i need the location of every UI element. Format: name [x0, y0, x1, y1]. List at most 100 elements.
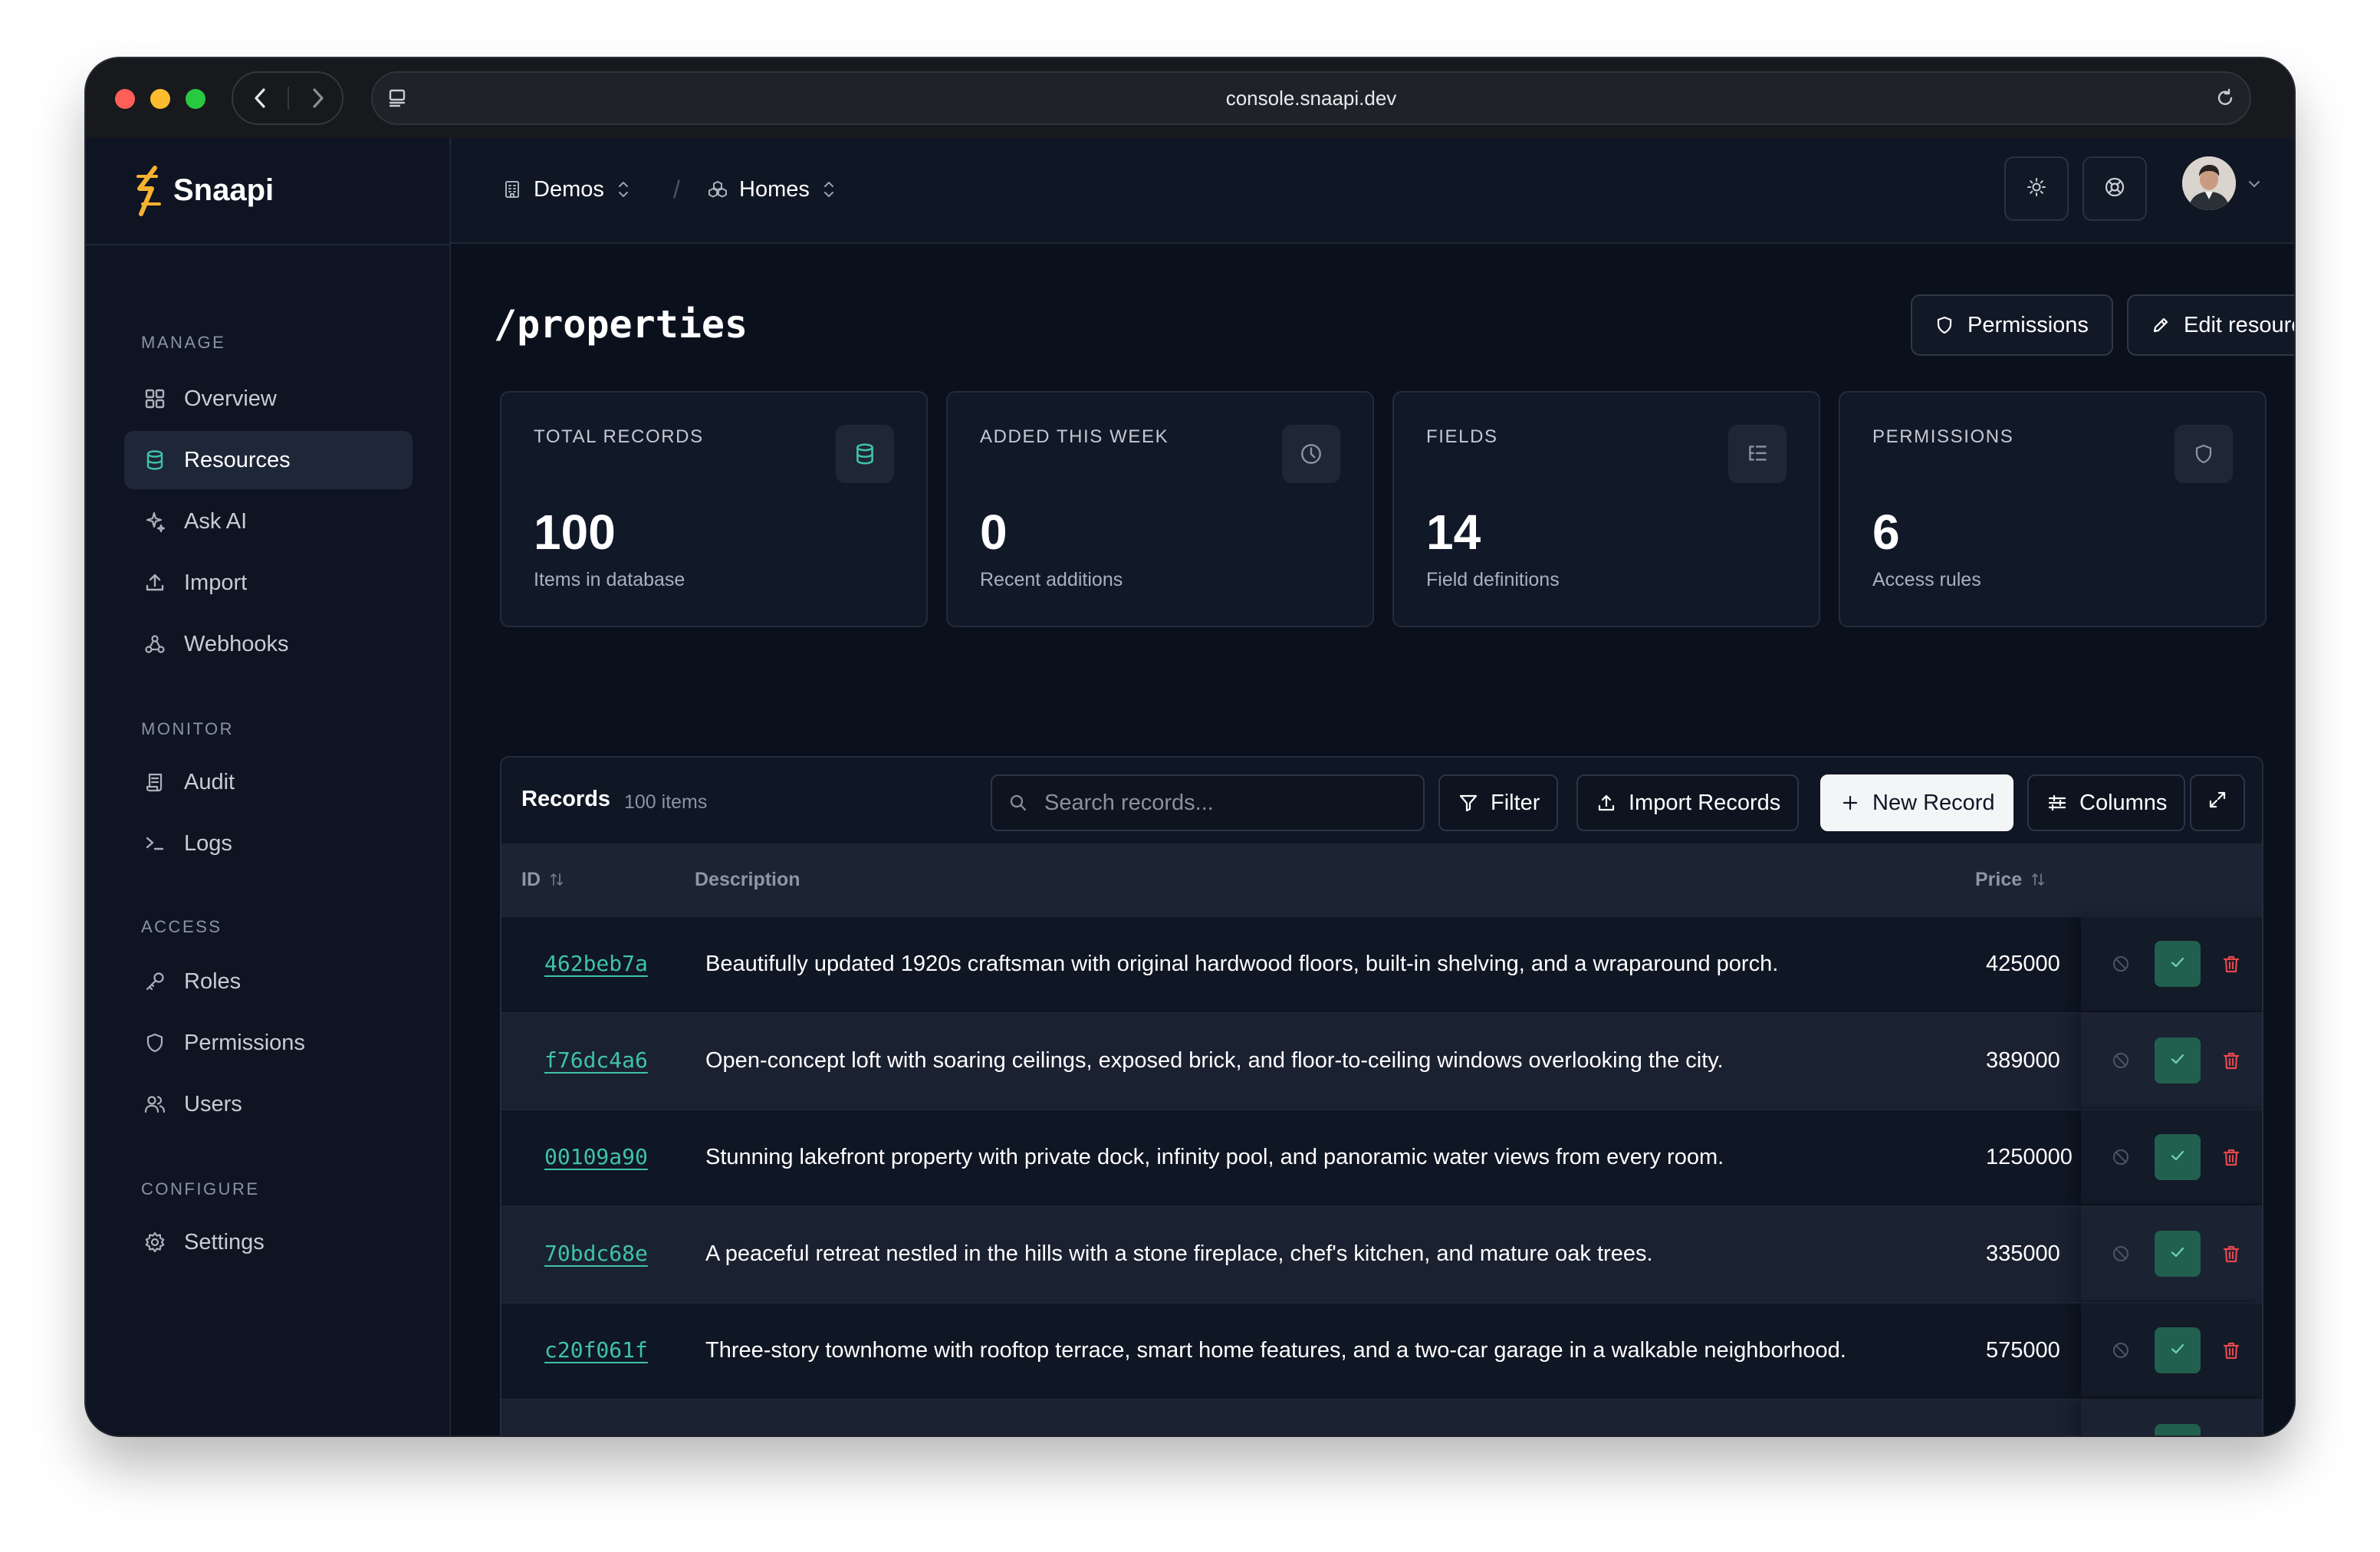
sparkles-icon: [140, 506, 170, 537]
table-row[interactable]: 462beb7a Beautifully updated 1920s crafts…: [501, 916, 2262, 1012]
chevron-left-icon: [255, 88, 265, 108]
sidebar-item-webhooks[interactable]: Webhooks: [124, 615, 413, 673]
sort-icon: [548, 871, 565, 888]
row-actions: [2081, 1304, 2262, 1397]
new-record-button[interactable]: New Record: [1820, 774, 2013, 831]
new-record-button-label: New Record: [1872, 790, 1995, 815]
record-id-link[interactable]: 462beb7a: [544, 917, 648, 1011]
breadcrumb-resource-group[interactable]: Homes: [705, 170, 837, 209]
approve-button[interactable]: [2155, 1134, 2201, 1180]
theme-toggle-button[interactable]: [2004, 156, 2069, 221]
search-placeholder: Search records...: [1044, 791, 1214, 815]
ban-icon[interactable]: [2106, 1045, 2136, 1076]
sidebar-item-resources[interactable]: Resources: [124, 431, 413, 489]
approve-button[interactable]: [2155, 1231, 2201, 1277]
search-input[interactable]: Search records...: [991, 774, 1425, 831]
filter-icon: [1457, 791, 1480, 814]
sidebar-item-audit[interactable]: Audit: [124, 753, 413, 811]
record-id-link[interactable]: f76dc4a6: [544, 1014, 648, 1107]
edit-resource-button[interactable]: Edit resource: [2127, 294, 2294, 356]
table-row[interactable]: 00109a90 Stunning lakefront property with…: [501, 1109, 2262, 1205]
stat-value: 14: [1426, 505, 1481, 560]
approve-button[interactable]: [2155, 941, 2201, 987]
minimize-window-button[interactable]: [150, 89, 170, 109]
record-description: Fully renovated mid-century modern ranch…: [705, 1400, 1774, 1435]
table-row[interactable]: 70bdc68e A peaceful retreat nestled in th…: [501, 1205, 2262, 1302]
record-id-link[interactable]: 00109a90: [544, 1110, 648, 1204]
stat-value: 0: [980, 505, 1008, 560]
record-description: Three-story townhome with rooftop terrac…: [705, 1338, 1846, 1363]
brand[interactable]: Snaapi: [86, 138, 449, 245]
row-actions: [2081, 917, 2262, 1011]
approve-button[interactable]: [2155, 1424, 2201, 1435]
sidebar-item-settings[interactable]: Settings: [124, 1213, 413, 1271]
ban-icon[interactable]: [2106, 949, 2136, 979]
chevron-up-down-icon: [820, 178, 837, 201]
sidebar-item-logs[interactable]: Logs: [124, 814, 413, 873]
column-header-description[interactable]: Description: [695, 843, 800, 916]
breadcrumb-project[interactable]: Demos: [500, 170, 632, 209]
ban-icon[interactable]: [2106, 1142, 2136, 1172]
trash-icon[interactable]: [2216, 1045, 2247, 1076]
ban-icon[interactable]: [2106, 1432, 2136, 1435]
records-title: Records: [521, 787, 611, 811]
table-row[interactable]: f76dc4a6 Open-concept loft with soaring c…: [501, 1012, 2262, 1109]
ban-icon[interactable]: [2106, 1335, 2136, 1366]
close-window-button[interactable]: [115, 89, 135, 109]
sidebar-item-users[interactable]: Users: [124, 1075, 413, 1133]
record-id-link[interactable]: 3008c858: [544, 1400, 648, 1435]
trash-icon[interactable]: [2216, 949, 2247, 979]
record-description: Open-concept loft with soaring ceilings,…: [705, 1048, 1724, 1073]
sidebar-item-overview[interactable]: Overview: [124, 370, 413, 428]
sidebar-item-label: Logs: [184, 830, 232, 856]
sidebar-item-label: Permissions: [184, 1030, 305, 1055]
records-count: 100 items: [624, 791, 708, 813]
column-header-price[interactable]: Price: [1975, 843, 2046, 916]
ban-icon[interactable]: [2106, 1238, 2136, 1269]
search-icon: [1006, 791, 1031, 815]
sidebar-item-roles[interactable]: Roles: [124, 952, 413, 1011]
sidebar-item-ask-ai[interactable]: Ask AI: [124, 492, 413, 551]
users-icon: [140, 1089, 170, 1120]
approve-button[interactable]: [2155, 1327, 2201, 1373]
record-id-link[interactable]: c20f061f: [544, 1304, 648, 1397]
maximize-window-button[interactable]: [186, 89, 205, 109]
section-monitor-title: MONITOR: [141, 719, 234, 738]
record-price: 425000: [1986, 952, 2060, 976]
address-bar[interactable]: console.snaapi.dev: [371, 71, 2251, 125]
back-button[interactable]: [233, 73, 288, 123]
record-id-link[interactable]: 70bdc68e: [544, 1207, 648, 1300]
import-records-button[interactable]: Import Records: [1576, 774, 1800, 831]
chevron-down-icon[interactable]: [2245, 175, 2263, 193]
records-panel: Records 100 items Search records... Filt…: [500, 756, 2263, 1435]
forward-button[interactable]: [290, 73, 345, 123]
stat-card-fields: FIELDS 14 Field definitions: [1392, 391, 1820, 627]
trash-icon[interactable]: [2216, 1142, 2247, 1172]
trash-icon[interactable]: [2216, 1335, 2247, 1366]
sidebar-item-import[interactable]: Import: [124, 554, 413, 612]
help-button[interactable]: [2082, 156, 2147, 221]
expand-button[interactable]: [2190, 774, 2245, 831]
avatar[interactable]: [2182, 156, 2236, 210]
trash-icon[interactable]: [2216, 1238, 2247, 1269]
sidebar-item-permissions[interactable]: Permissions: [124, 1014, 413, 1072]
trash-icon[interactable]: [2216, 1432, 2247, 1435]
sidebar-item-label: Resources: [184, 447, 291, 472]
sidebar-item-label: Settings: [184, 1229, 265, 1254]
reload-icon[interactable]: [2211, 84, 2239, 112]
shield-icon: [2175, 425, 2233, 483]
table-row[interactable]: 3008c858 Fully renovated mid-century mode…: [501, 1399, 2262, 1435]
stat-label: FIELDS: [1426, 426, 1498, 447]
approve-button[interactable]: [2155, 1037, 2201, 1083]
permissions-button[interactable]: Permissions: [1911, 294, 2113, 356]
row-actions: [2081, 1110, 2262, 1204]
url-text: console.snaapi.dev: [1225, 87, 1397, 110]
columns-button[interactable]: Columns: [2027, 774, 2186, 831]
table-row[interactable]: c20f061f Three-story townhome with roofto…: [501, 1302, 2262, 1399]
sidebar-item-label: Ask AI: [184, 508, 248, 534]
sidebar-item-label: Overview: [184, 386, 277, 411]
filter-button[interactable]: Filter: [1438, 774, 1559, 831]
column-header-id[interactable]: ID: [521, 843, 565, 916]
stat-card-total-records: TOTAL RECORDS 100 Items in database: [500, 391, 928, 627]
expand-icon: [2207, 790, 2227, 816]
